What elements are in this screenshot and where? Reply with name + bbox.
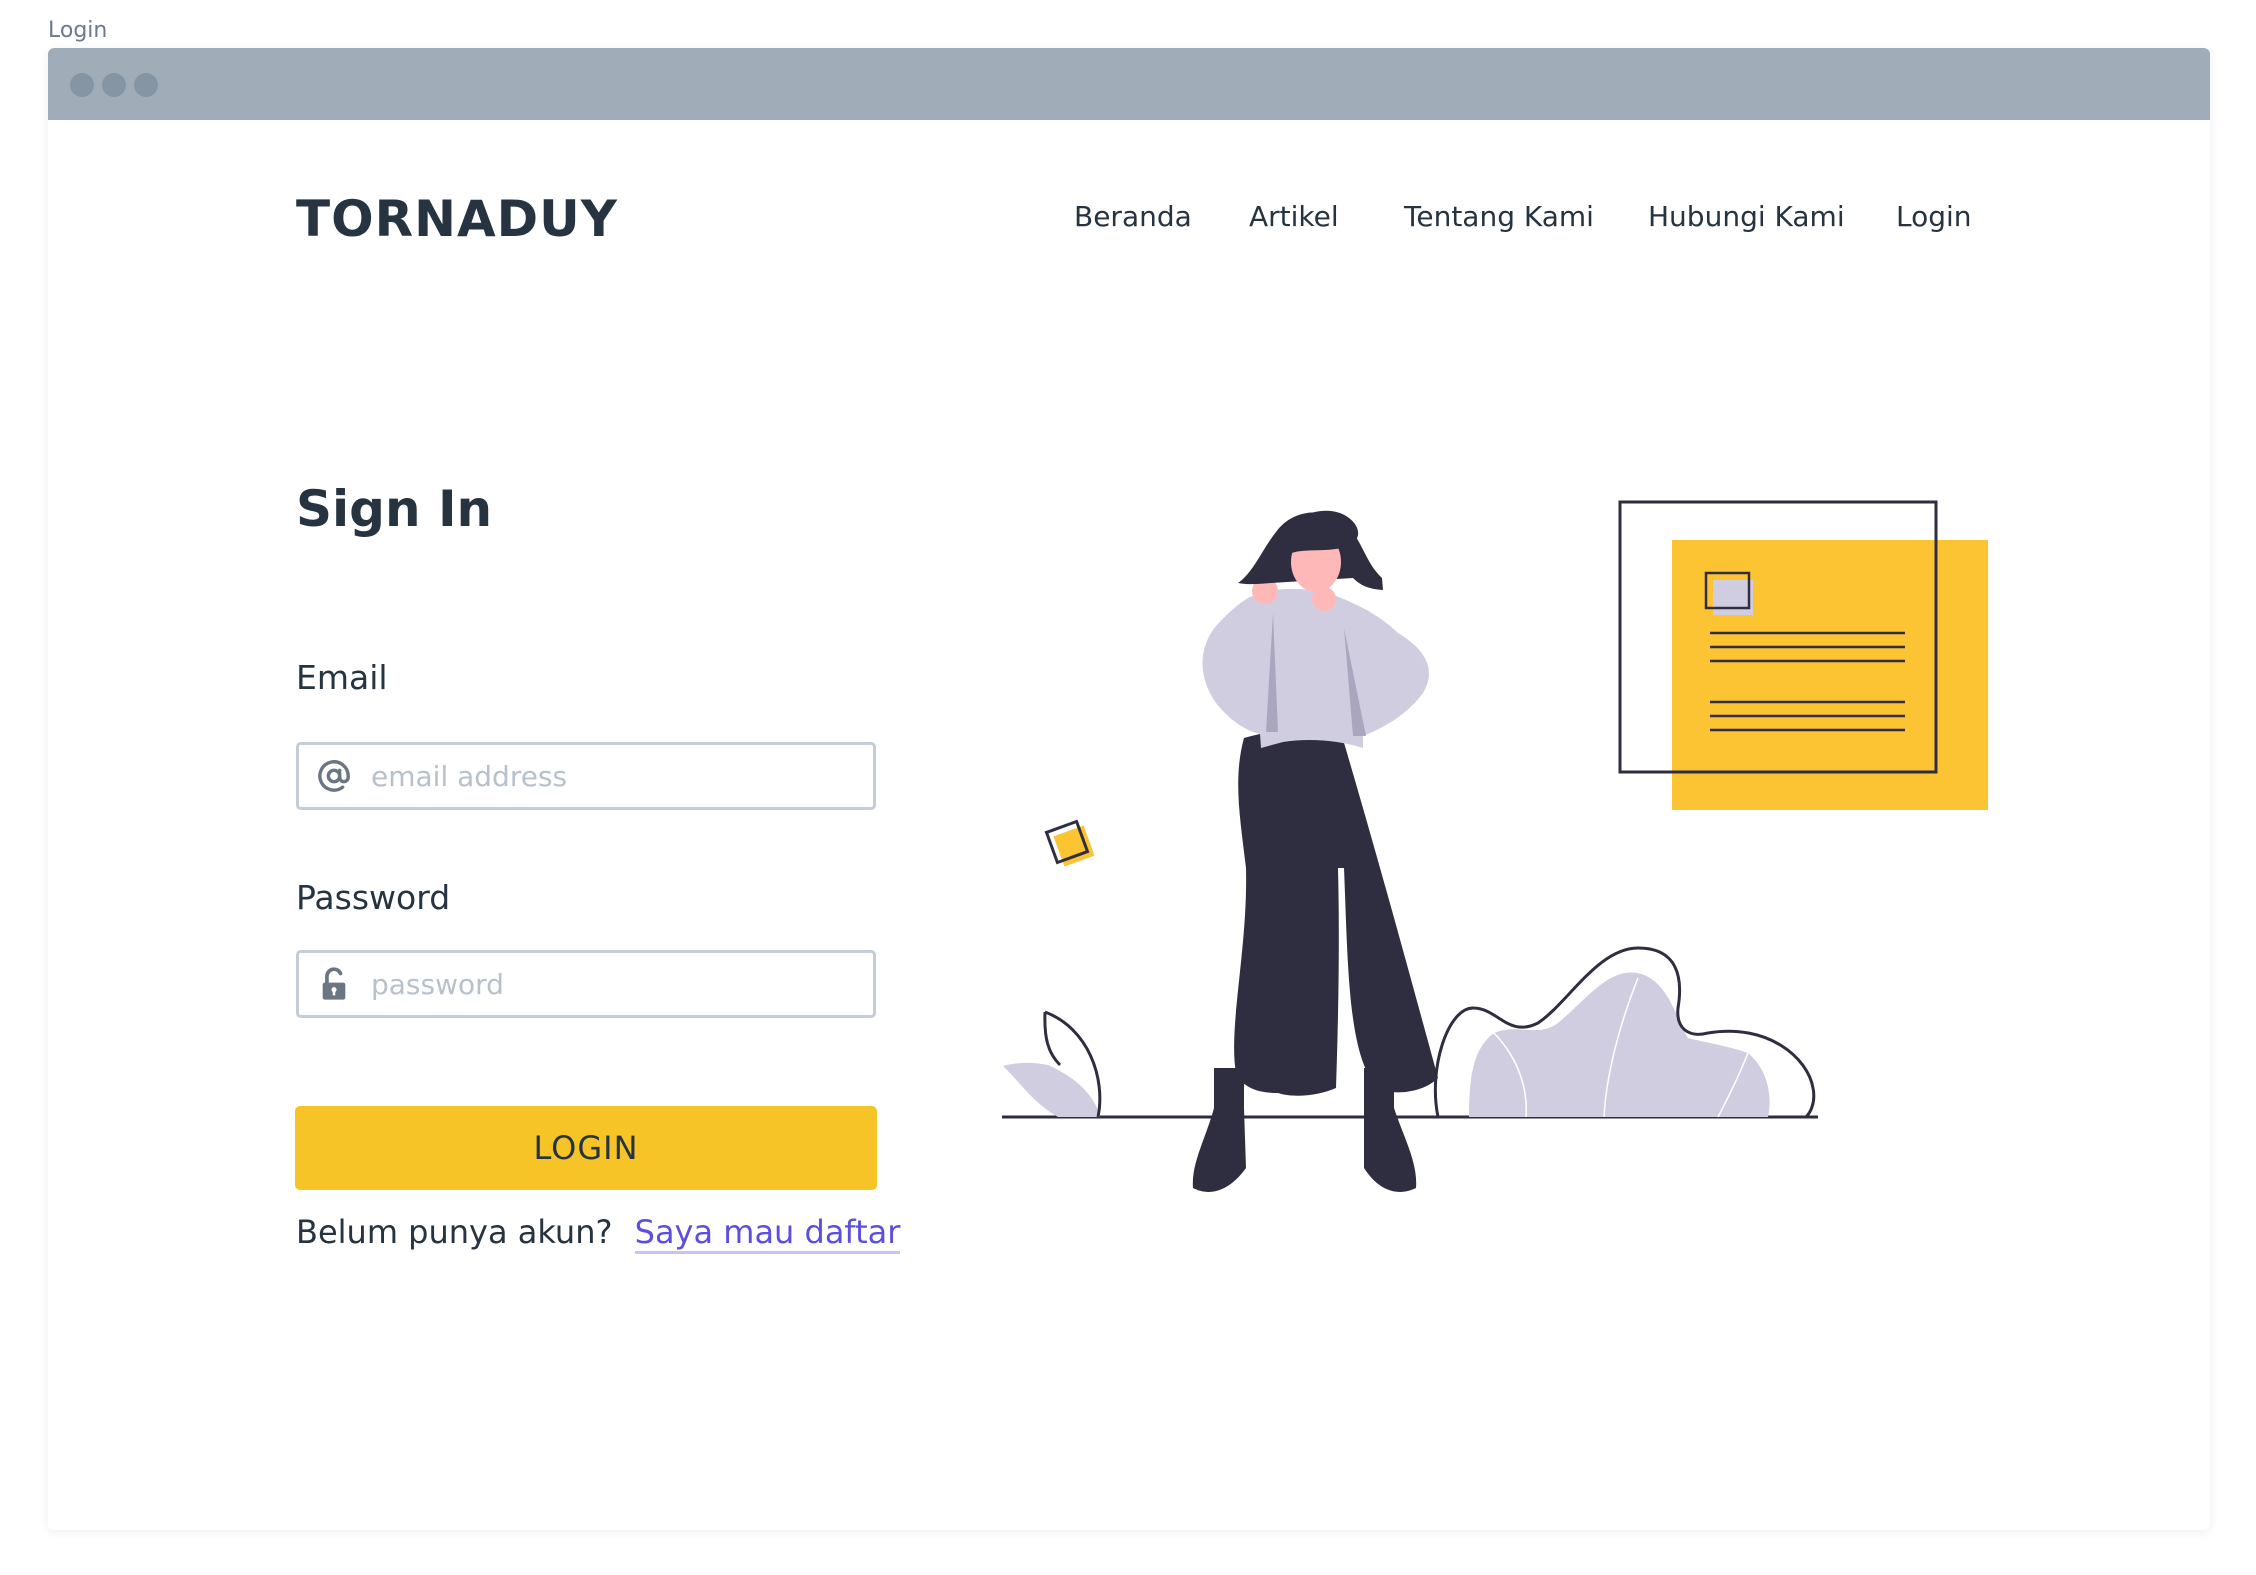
email-field[interactable] [371,745,861,807]
nav-link-beranda[interactable]: Beranda [1074,200,1192,233]
password-field[interactable] [371,953,861,1015]
floating-square-illustration [1044,819,1095,867]
page-caption: Login [48,18,108,43]
window-titlebar [48,48,2210,120]
nav-link-login[interactable]: Login [1896,200,1972,233]
signup-prompt-row: Belum punya akun? Saya mau daftar [296,1213,901,1254]
login-button[interactable]: LOGIN [295,1106,877,1190]
email-field-wrapper [296,742,876,810]
nav-link-hubungi-kami[interactable]: Hubungi Kami [1648,200,1845,233]
unlock-icon [322,967,346,1000]
signup-link[interactable]: Saya mau daftar [634,1213,901,1254]
window-control-dot[interactable] [102,73,126,97]
password-field-wrapper [296,950,876,1018]
bush-illustration [1433,946,1816,1119]
nav-link-artikel[interactable]: Artikel [1249,200,1339,233]
woman-illustration [1192,510,1438,1192]
brand-logo[interactable]: TORNADUY [296,190,618,248]
browser-window: TORNADUY Beranda Artikel Tentang Kami Hu… [48,48,2210,1530]
window-control-dot[interactable] [134,73,158,97]
page-title: Sign In [296,480,493,538]
leaf-illustration [1003,1010,1102,1118]
email-label: Email [296,658,388,697]
document-card-illustration [1618,500,1988,810]
sign-in-illustration [1002,500,1988,1192]
signup-prompt-text: Belum punya akun? [296,1213,613,1251]
nav-link-tentang-kami[interactable]: Tentang Kami [1404,200,1594,233]
window-control-dot[interactable] [70,73,94,97]
password-label: Password [296,878,451,917]
at-sign-icon [318,760,350,792]
